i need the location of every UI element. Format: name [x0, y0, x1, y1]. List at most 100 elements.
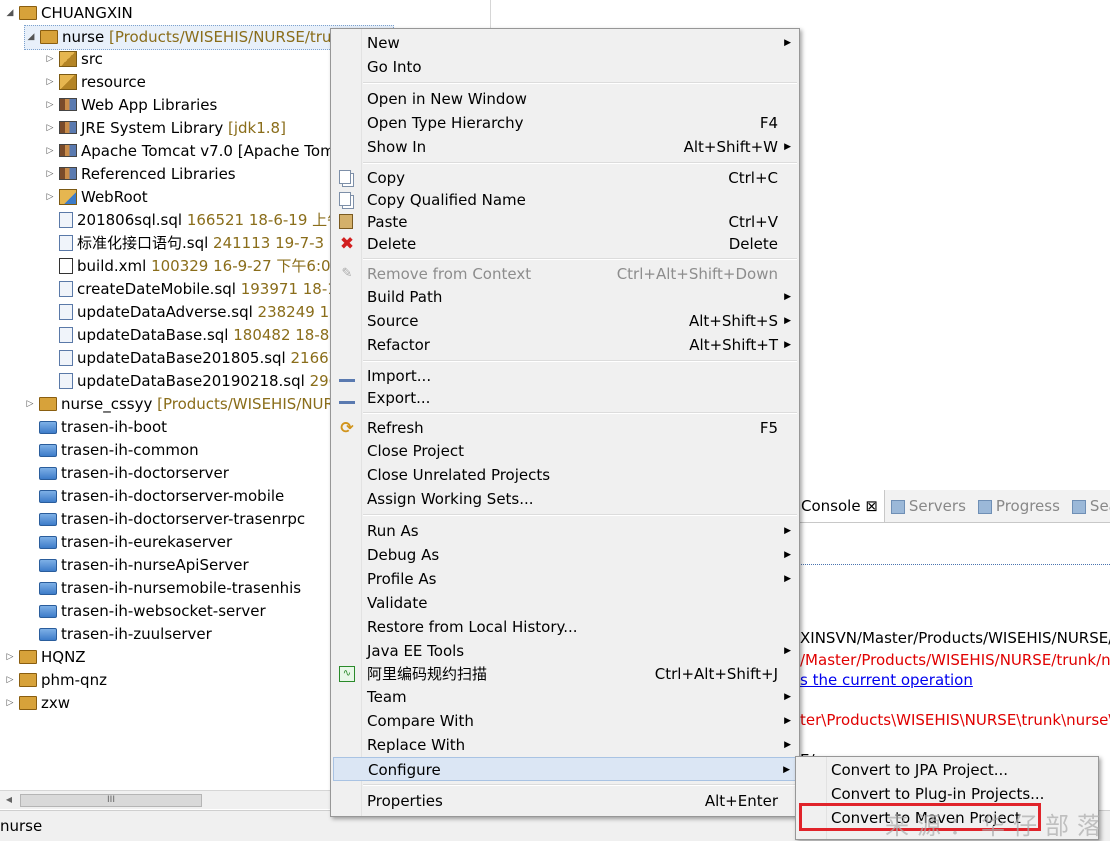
tree-row-hqnz[interactable]: ▷ HQNZ [4, 646, 86, 669]
submenu-arrow-icon: ▶ [784, 316, 791, 326]
expanded-arrow-icon[interactable]: ◢ [25, 26, 37, 49]
tree-row-web-app-libraries[interactable]: ▷ Web App Libraries [44, 94, 218, 117]
tree-row-referenced-libraries[interactable]: ▷ Referenced Libraries [44, 163, 236, 186]
tree-row-trasen-ih-nurseapiserver[interactable]: trasen-ih-nurseApiServer [24, 554, 249, 577]
menu-item-copy[interactable]: Copy Ctrl+C [333, 166, 797, 190]
menu-item-source[interactable]: Source Alt+Shift+S ▶ [333, 309, 797, 333]
menu-item-profile-as[interactable]: Profile As ▶ [333, 567, 797, 591]
collapsed-arrow-icon[interactable]: ▷ [44, 117, 56, 140]
menu-item-label: Build Path [367, 288, 443, 306]
collapsed-arrow-icon[interactable]: ▷ [4, 669, 16, 692]
menu-item-shortcut: Ctrl+C [728, 169, 778, 187]
tree-row-phm-qnz[interactable]: ▷ phm-qnz [4, 669, 107, 692]
tree-row-trasen-ih-nursemobile-trasenhis[interactable]: trasen-ih-nursemobile-trasenhis [24, 577, 301, 600]
submenu-arrow-icon: ▶ [784, 142, 791, 152]
menu-item-replace-with[interactable]: Replace With ▶ [333, 733, 797, 757]
tree-row-trasen-ih-eurekaserver[interactable]: trasen-ih-eurekaserver [24, 531, 232, 554]
collapsed-arrow-icon[interactable]: ▷ [44, 94, 56, 117]
menu-item-import[interactable]: Import... [333, 364, 797, 388]
menu-item-run-as[interactable]: Run As ▶ [333, 519, 797, 543]
submenu-item-convert-to-jpa-project[interactable]: Convert to JPA Project... [831, 758, 1008, 782]
submenu-arrow-icon: ▶ [784, 574, 791, 584]
menu-item-build-path[interactable]: Build Path ▶ [333, 285, 797, 309]
menu-item-label: Open Type Hierarchy [367, 114, 524, 132]
menu-item-shortcut: Delete [728, 235, 778, 253]
collapsed-arrow-icon[interactable]: ▷ [44, 48, 56, 71]
menu-item-paste[interactable]: Paste Ctrl+V [333, 210, 797, 234]
tree-row-createdatemobile-sql[interactable]: createDateMobile.sql 193971 18-1 [44, 278, 337, 301]
tree-row-trasen-ih-boot[interactable]: trasen-ih-boot [24, 416, 167, 439]
submenu-arrow-icon: ▶ [784, 646, 791, 656]
menu-item-refresh[interactable]: ⟳ Refresh F5 [333, 416, 797, 440]
tree-row-updatedatabase201805-sql[interactable]: updateDataBase201805.sql 216676 [44, 347, 348, 370]
tree-row-201806sql-sql[interactable]: 201806sql.sql 166521 18-6-19 上午 [44, 209, 342, 232]
menu-item-debug-as[interactable]: Debug As ▶ [333, 543, 797, 567]
tab-progress[interactable]: Progress [972, 490, 1066, 522]
tree-row-build-xml[interactable]: build.xml 100329 16-9-27 下午6:01 [44, 255, 340, 278]
tree-row-trasen-ih-doctorserver[interactable]: trasen-ih-doctorserver [24, 462, 229, 485]
menu-item-label: Close Project [367, 442, 464, 460]
tree-row-jre-system-library[interactable]: ▷ JRE System Library [jdk1.8] [44, 117, 286, 140]
tree-row-updatedatabase-sql[interactable]: updateDataBase.sql 180482 18-8-1 [44, 324, 344, 347]
submenu-arrow-icon: ▶ [784, 692, 791, 702]
tree-row-trasen-ih-common[interactable]: trasen-ih-common [24, 439, 199, 462]
collapsed-arrow-icon[interactable]: ▷ [24, 393, 36, 416]
expanded-arrow-icon[interactable]: ◢ [4, 2, 16, 25]
tree-row-resource[interactable]: ▷ resource [44, 71, 146, 94]
tree-row-label: phm-qnz [41, 671, 107, 689]
menu-item-export[interactable]: Export... [333, 386, 797, 410]
export-icon [339, 393, 355, 404]
menu-item-configure[interactable]: Configure ▶ [333, 757, 797, 781]
tree-row-trasen-ih-websocket-server[interactable]: trasen-ih-websocket-server [24, 600, 266, 623]
tree-row-updatedatabase20190218-sql[interactable]: updateDataBase20190218.sql 2963 [44, 370, 348, 393]
submenu-arrow-icon: ▶ [784, 526, 791, 536]
menu-item-compare-with[interactable]: Compare With ▶ [333, 709, 797, 733]
scroll-left-icon[interactable]: ◀ [2, 793, 16, 807]
tree-row-zxw[interactable]: ▷ zxw [4, 692, 71, 715]
tree-row-trasen-ih-doctorserver-mobile[interactable]: trasen-ih-doctorserver-mobile [24, 485, 284, 508]
scroll-thumb[interactable]: III [20, 794, 202, 807]
menu-item-restore-from-local-history[interactable]: Restore from Local History... [333, 615, 797, 639]
collapsed-arrow-icon[interactable]: ▷ [44, 71, 56, 94]
tree-row-src[interactable]: ▷ src [44, 48, 103, 71]
tree-row-trasen-ih-zuulserver[interactable]: trasen-ih-zuulserver [24, 623, 212, 646]
tab-console[interactable]: Console ⊠ [795, 490, 885, 522]
menu-item-close-unrelated-projects[interactable]: Close Unrelated Projects [333, 463, 797, 487]
submenu-arrow-icon: ▶ [784, 550, 791, 560]
menu-item-go-into[interactable]: Go Into [333, 55, 797, 79]
menu-item-refactor[interactable]: Refactor Alt+Shift+T ▶ [333, 333, 797, 357]
tab-servers[interactable]: Servers [885, 490, 972, 522]
menu-item-show-in[interactable]: Show In Alt+Shift+W ▶ [333, 135, 797, 159]
menu-item-close-project[interactable]: Close Project [333, 439, 797, 463]
menu-separator [363, 360, 797, 362]
sql-file-icon [59, 211, 73, 228]
menu-item-new[interactable]: New ▶ [333, 31, 797, 55]
tree-row-decoration: 100329 16-9-27 下午6:01 [146, 257, 341, 275]
menu-item-item[interactable]: ∿ 阿里编码规约扫描 Ctrl+Alt+Shift+J [333, 662, 797, 686]
menu-item-open-in-new-window[interactable]: Open in New Window [333, 87, 797, 111]
folder-icon [39, 559, 57, 572]
tree-row-sql[interactable]: 标准化接口语句.sql 241113 19-7-3 [44, 232, 324, 255]
status-text: nurse [0, 817, 43, 835]
tree-row-trasen-ih-doctorserver-trasenrpc[interactable]: trasen-ih-doctorserver-trasenrpc [24, 508, 305, 531]
collapsed-arrow-icon[interactable]: ▷ [44, 140, 56, 163]
menu-item-assign-working-sets[interactable]: Assign Working Sets... [333, 487, 797, 511]
menu-item-team[interactable]: Team ▶ [333, 685, 797, 709]
menu-item-properties[interactable]: Properties Alt+Enter [333, 789, 797, 813]
tab-sea[interactable]: Sea [1066, 490, 1110, 522]
menu-item-java-ee-tools[interactable]: Java EE Tools ▶ [333, 639, 797, 663]
collapsed-arrow-icon[interactable]: ▷ [44, 163, 56, 186]
tree-row-label: updateDataAdverse.sql [77, 303, 253, 321]
menu-item-validate[interactable]: Validate [333, 591, 797, 615]
menu-item-copy-qualified-name[interactable]: Copy Qualified Name [333, 188, 797, 212]
menu-item-open-type-hierarchy[interactable]: Open Type Hierarchy F4 [333, 111, 797, 135]
collapsed-arrow-icon[interactable]: ▷ [4, 646, 16, 669]
tree-row-webroot[interactable]: ▷ WebRoot [44, 186, 148, 209]
collapsed-arrow-icon[interactable]: ▷ [4, 692, 16, 715]
collapsed-arrow-icon[interactable]: ▷ [44, 186, 56, 209]
tree-row-chuangxin[interactable]: ◢ CHUANGXIN [4, 2, 133, 25]
tree-row-updatedataadverse-sql[interactable]: updateDataAdverse.sql 238249 19 [44, 301, 339, 324]
menu-item-delete[interactable]: ✖ Delete Delete [333, 232, 797, 256]
ali-scan-icon: ∿ [339, 666, 355, 682]
console-line[interactable]: s the current operation [800, 670, 973, 690]
